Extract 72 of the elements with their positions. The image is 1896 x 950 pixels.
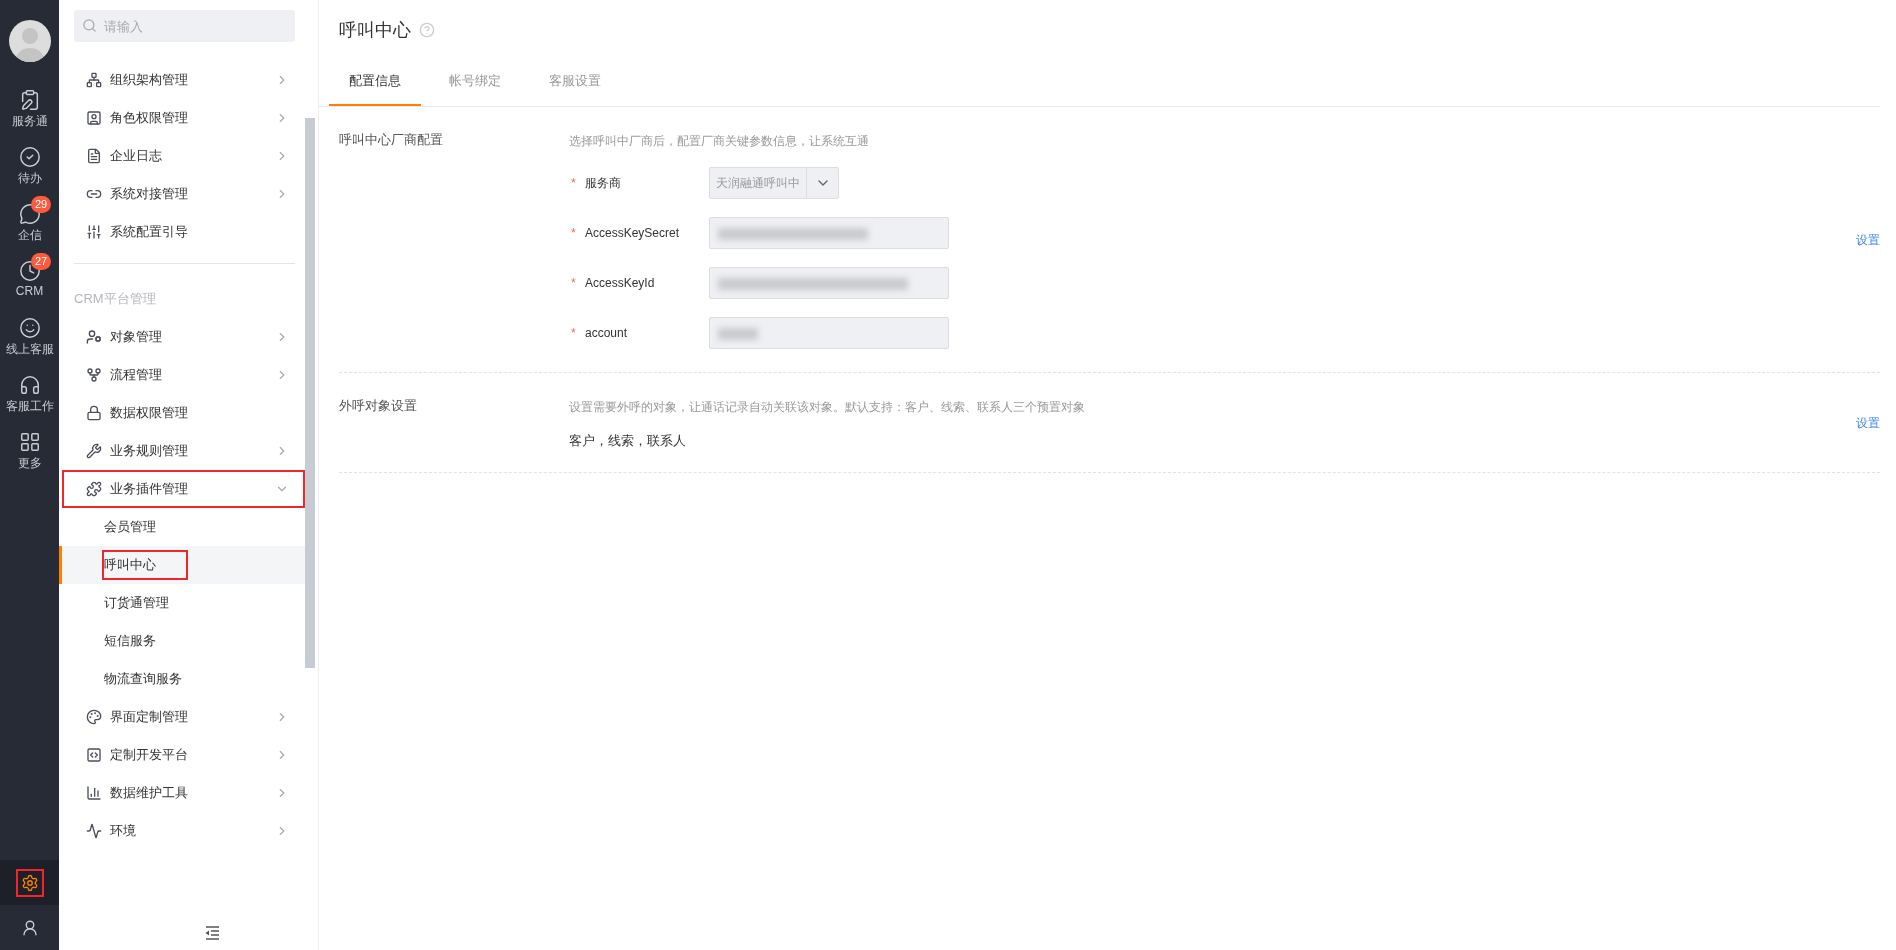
- contact-card-icon: [86, 110, 102, 126]
- menu-item[interactable]: 界面定制管理: [62, 698, 305, 736]
- menu-item[interactable]: 对象管理: [62, 318, 305, 356]
- pulse-icon: [86, 823, 102, 839]
- puzzle-icon: [86, 481, 102, 497]
- section-value: 客户，线索，联系人: [569, 432, 687, 450]
- section-description: 选择呼叫中厂商后，配置厂商关键参数信息，让系统互通: [569, 133, 870, 150]
- nav-item[interactable]: 待办: [0, 139, 59, 196]
- menu-item[interactable]: 环境: [62, 812, 305, 850]
- help-icon[interactable]: [419, 22, 435, 38]
- settings-icon[interactable]: [15, 868, 44, 897]
- grid-icon: [18, 431, 41, 453]
- document-icon: [86, 148, 102, 164]
- field-label: AccessKeyId: [585, 276, 655, 290]
- code-monitor-icon: [86, 747, 102, 763]
- menu-item[interactable]: 组织架构管理: [62, 61, 305, 99]
- lock-icon: [86, 405, 102, 421]
- nav-item[interactable]: 更多: [0, 424, 59, 481]
- menu-item[interactable]: 流程管理: [62, 356, 305, 394]
- input-field[interactable]: [709, 217, 949, 249]
- group-title: CRM平台管理: [73, 290, 157, 308]
- section-description: 设置需要外呼的对象，让通话记录自动关联该对象。默认支持：客户、线索、联系人三个预置对象: [569, 399, 1086, 416]
- search-icon: [82, 18, 97, 33]
- submenu-item[interactable]: 短信服务: [59, 622, 305, 660]
- palette-icon: [86, 709, 102, 725]
- smile-icon: [18, 317, 41, 339]
- submenu-item[interactable]: 订货通管理: [59, 584, 305, 622]
- hierarchy-icon: [86, 72, 102, 88]
- nav-item[interactable]: 企信 29: [0, 196, 59, 253]
- section-label: 呼叫中心厂商配置: [339, 131, 444, 149]
- count-badge: 29: [31, 196, 52, 213]
- submenu-item[interactable]: 物流查询服务: [59, 660, 305, 698]
- settings-link[interactable]: 设置: [1856, 415, 1880, 432]
- input-field[interactable]: [709, 267, 949, 299]
- input-field[interactable]: [709, 317, 949, 349]
- check-circle-icon: [18, 146, 41, 168]
- flow-icon: [86, 367, 102, 383]
- section-label: 外呼对象设置: [339, 397, 418, 415]
- field-label: account: [585, 326, 628, 340]
- required-mark: *: [571, 226, 577, 240]
- nav-item[interactable]: 服务通: [0, 82, 59, 139]
- menu-item[interactable]: 企业日志: [62, 137, 305, 175]
- submenu-item[interactable]: 呼叫中心: [59, 546, 305, 584]
- submenu-item[interactable]: 会员管理: [59, 508, 305, 546]
- wrench-icon: [86, 443, 102, 459]
- required-mark: *: [571, 276, 577, 290]
- field-label: AccessKeySecret: [585, 226, 680, 240]
- avatar[interactable]: [8, 20, 51, 62]
- search-field[interactable]: 请输入: [74, 10, 295, 42]
- menu-item[interactable]: 系统配置引导: [62, 213, 305, 251]
- count-badge: 27: [31, 253, 52, 270]
- sliders-icon: [86, 224, 102, 240]
- menu-item[interactable]: 业务插件管理: [62, 470, 305, 508]
- user-gear-icon: [86, 329, 102, 345]
- page-title: 呼叫中心: [339, 19, 411, 42]
- settings-link[interactable]: 设置: [1856, 232, 1880, 249]
- nav-item[interactable]: 线上客服: [0, 310, 59, 367]
- menu-item[interactable]: 数据维护工具: [62, 774, 305, 812]
- field-label: 服务商: [585, 174, 621, 192]
- menu-item[interactable]: 数据权限管理: [62, 394, 305, 432]
- nav-item[interactable]: 客服工作: [0, 367, 59, 424]
- headphones-icon: [18, 374, 41, 396]
- menu-item[interactable]: 定制开发平台: [62, 736, 305, 774]
- nav-item[interactable]: CRM 27: [0, 253, 59, 310]
- menu-item[interactable]: 业务规则管理: [62, 432, 305, 470]
- tab[interactable]: 配置信息: [329, 60, 421, 106]
- menu-item[interactable]: 系统对接管理: [62, 175, 305, 213]
- scrollbar-thumb[interactable]: [305, 118, 315, 668]
- bar-chart-icon: [86, 785, 102, 801]
- menu-item[interactable]: 角色权限管理: [62, 99, 305, 137]
- required-mark: *: [571, 326, 577, 340]
- required-mark: *: [571, 176, 577, 190]
